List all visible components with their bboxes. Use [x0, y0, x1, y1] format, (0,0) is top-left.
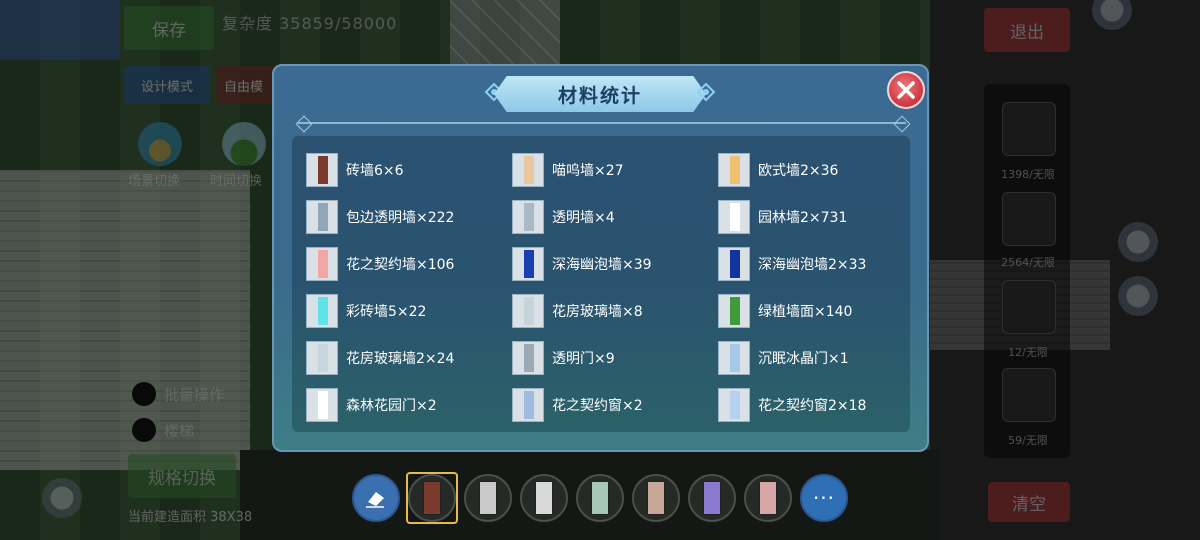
close-button[interactable]: [887, 71, 925, 109]
forest-garden-door-icon: [306, 387, 338, 422]
material-item: 喵呜墙×27: [512, 146, 718, 193]
material-item-label: 花之契约墙×106: [346, 256, 455, 273]
material-item: 深海幽泡墙2×33: [718, 240, 906, 287]
divider-cap-icon: [295, 115, 313, 133]
material-item: 森林花园门×2: [306, 381, 512, 428]
material-item-label: 喵呜墙×27: [552, 162, 624, 179]
material-item: 花之契约窗2×18: [718, 381, 906, 428]
material-item: 包边透明墙×222: [306, 193, 512, 240]
glass-door-icon: [512, 340, 544, 375]
euro-wall-icon: [718, 152, 750, 187]
material-item: 花房玻璃墙×8: [512, 287, 718, 334]
ice-crystal-door-icon: [718, 340, 750, 375]
more-button[interactable]: ···: [800, 474, 848, 522]
color-brick-wall-icon: [306, 293, 338, 328]
toolbar-slot[interactable]: [406, 472, 458, 524]
deep-sea-wall-icon: [512, 246, 544, 281]
material-item-label: 透明门×9: [552, 350, 615, 367]
flower-pact-wall-icon: [306, 246, 338, 281]
material-item: 深海幽泡墙×39: [512, 240, 718, 287]
toolbar-slot[interactable]: [744, 474, 792, 522]
green-plant-wall-icon: [718, 293, 750, 328]
material-item-label: 园林墙2×731: [758, 209, 848, 226]
divider-cap-icon: [893, 115, 911, 133]
meow-wall-icon: [512, 152, 544, 187]
flower-pact-window-2-icon: [718, 387, 750, 422]
material-item-label: 花之契约窗×2: [552, 397, 643, 414]
edged-glass-wall-icon: [306, 199, 338, 234]
material-item: 透明门×9: [512, 334, 718, 381]
flower-pact-window-icon: [512, 387, 544, 422]
toolbar-slot[interactable]: [576, 474, 624, 522]
eraser-button[interactable]: [352, 474, 400, 522]
material-item: 欧式墙2×36: [718, 146, 906, 193]
material-item: 花之契约窗×2: [512, 381, 718, 428]
material-item-label: 绿植墙面×140: [758, 303, 853, 320]
material-list-panel: 砖墙6×6 喵呜墙×27 欧式墙2×36 包边透明墙×222 透明墙×4 园林墙2×731…: [292, 136, 910, 432]
toolbar-slot[interactable]: [632, 474, 680, 522]
material-item-label: 森林花园门×2: [346, 397, 437, 414]
eraser-icon: [366, 492, 384, 508]
greenhouse-glass-wall-2-icon: [306, 340, 338, 375]
deep-sea-wall-2-icon: [718, 246, 750, 281]
toolbar-slot[interactable]: [688, 474, 736, 522]
garden-wall-icon: [718, 199, 750, 234]
material-item-label: 欧式墙2×36: [758, 162, 839, 179]
toolbar-slot[interactable]: [464, 474, 512, 522]
ornament-icon: [696, 82, 716, 102]
material-item-label: 砖墙6×6: [346, 162, 404, 179]
glass-wall-icon: [512, 199, 544, 234]
material-stats-dialog: 材料统计 砖墙6×6 喵呜墙×27 欧式墙2×36 包边透明墙×222 透明墙×4 园林墙…: [272, 64, 929, 452]
material-item: 花房玻璃墙2×24: [306, 334, 512, 381]
title-divider: [298, 122, 906, 124]
material-item: 沉眠冰晶门×1: [718, 334, 906, 381]
toolbar-slot[interactable]: [520, 474, 568, 522]
material-item-label: 透明墙×4: [552, 209, 615, 226]
greenhouse-glass-wall-icon: [512, 293, 544, 328]
material-item-label: 深海幽泡墙2×33: [758, 256, 867, 273]
material-item: 透明墙×4: [512, 193, 718, 240]
material-item: 砖墙6×6: [306, 146, 512, 193]
material-item: 园林墙2×731: [718, 193, 906, 240]
dialog-title: 材料统计: [557, 84, 642, 107]
material-item: 绿植墙面×140: [718, 287, 906, 334]
material-item-label: 彩砖墙5×22: [346, 303, 427, 320]
material-item-label: 花房玻璃墙×8: [552, 303, 643, 320]
material-item-label: 花房玻璃墙2×24: [346, 350, 455, 367]
close-icon: [897, 81, 915, 99]
material-item-label: 深海幽泡墙×39: [552, 256, 652, 273]
material-item-label: 包边透明墙×222: [346, 209, 455, 226]
material-item-label: 花之契约窗2×18: [758, 397, 867, 414]
material-item-label: 沉眠冰晶门×1: [758, 350, 849, 367]
brick-wall-icon: [306, 152, 338, 187]
dialog-title-banner: 材料统计: [494, 76, 706, 112]
material-item: 花之契约墙×106: [306, 240, 512, 287]
material-grid: 砖墙6×6 喵呜墙×27 欧式墙2×36 包边透明墙×222 透明墙×4 园林墙2×731…: [306, 146, 906, 428]
material-item: 彩砖墙5×22: [306, 287, 512, 334]
